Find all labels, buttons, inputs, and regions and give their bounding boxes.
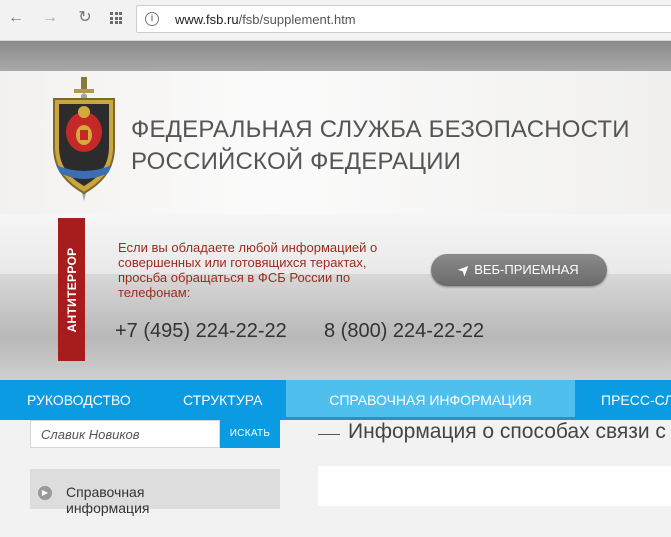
organization-title[interactable]: ФЕДЕРАЛЬНАЯ СЛУЖБА БЕЗОПАСНОСТИ РОССИЙСК… bbox=[131, 114, 630, 178]
forward-icon[interactable]: → bbox=[40, 8, 60, 28]
title-line-2: РОССИЙСКОЙ ФЕДЕРАЦИИ bbox=[131, 148, 462, 175]
phone-moscow: +7 (495) 224-22-22 bbox=[115, 320, 287, 342]
main-nav: РУКОВОДСТВО СТРУКТУРА СПРАВОЧНАЯ ИНФОРМА… bbox=[0, 380, 671, 420]
web-page: ФЕДЕРАЛЬНАЯ СЛУЖБА БЕЗОПАСНОСТИ РОССИЙСК… bbox=[0, 41, 671, 537]
page-title: Информация о способах связи с Ф bbox=[348, 420, 671, 443]
nav-item-leadership[interactable]: РУКОВОДСТВО bbox=[27, 380, 131, 420]
url-text[interactable]: www.fsb.ru/fsb/supplement.htm bbox=[175, 12, 356, 27]
fsb-emblem-logo[interactable] bbox=[48, 77, 120, 201]
back-icon[interactable]: ← bbox=[6, 8, 26, 28]
page-info-icon[interactable]: i bbox=[145, 12, 159, 26]
nav-item-reference-info[interactable]: СПРАВОЧНАЯ ИНФОРМАЦИЯ bbox=[286, 380, 575, 420]
chevron-right-icon: ▶ bbox=[38, 486, 52, 500]
url-path: /fsb/supplement.htm bbox=[238, 12, 356, 27]
web-reception-label: ВЕБ-ПРИЕМНАЯ bbox=[474, 262, 579, 277]
content-panel bbox=[318, 466, 671, 506]
search-button[interactable]: ИСКАТЬ bbox=[220, 420, 280, 448]
title-line-1: ФЕДЕРАЛЬНАЯ СЛУЖБА БЕЗОПАСНОСТИ bbox=[131, 116, 630, 143]
phone-hotline: 8 (800) 224-22-22 bbox=[324, 320, 485, 342]
antiterror-tag: АНТИТЕРРОР bbox=[58, 218, 85, 361]
search-input[interactable] bbox=[30, 420, 220, 448]
reload-icon[interactable]: ↻ bbox=[75, 8, 95, 28]
header-top-band bbox=[0, 41, 671, 71]
web-reception-button[interactable]: ➤ВЕБ-ПРИЕМНАЯ bbox=[431, 254, 607, 286]
url-host: www.fsb.ru bbox=[175, 12, 239, 27]
antiterror-message: Если вы обладаете любой информацией о со… bbox=[118, 240, 378, 300]
nav-item-structure[interactable]: СТРУКТУРА bbox=[183, 380, 262, 420]
apps-icon[interactable] bbox=[110, 12, 122, 24]
sidebar-item-label: Справочная информация bbox=[66, 484, 150, 516]
antiterror-label: АНТИТЕРРОР bbox=[64, 247, 79, 332]
nav-item-press-service[interactable]: ПРЕСС-СЛ bbox=[601, 380, 671, 420]
title-dash bbox=[318, 434, 340, 435]
browser-toolbar: ← → ↻ i www.fsb.ru/fsb/supplement.htm bbox=[0, 0, 671, 41]
address-bar[interactable]: i www.fsb.ru/fsb/supplement.htm bbox=[136, 5, 671, 33]
